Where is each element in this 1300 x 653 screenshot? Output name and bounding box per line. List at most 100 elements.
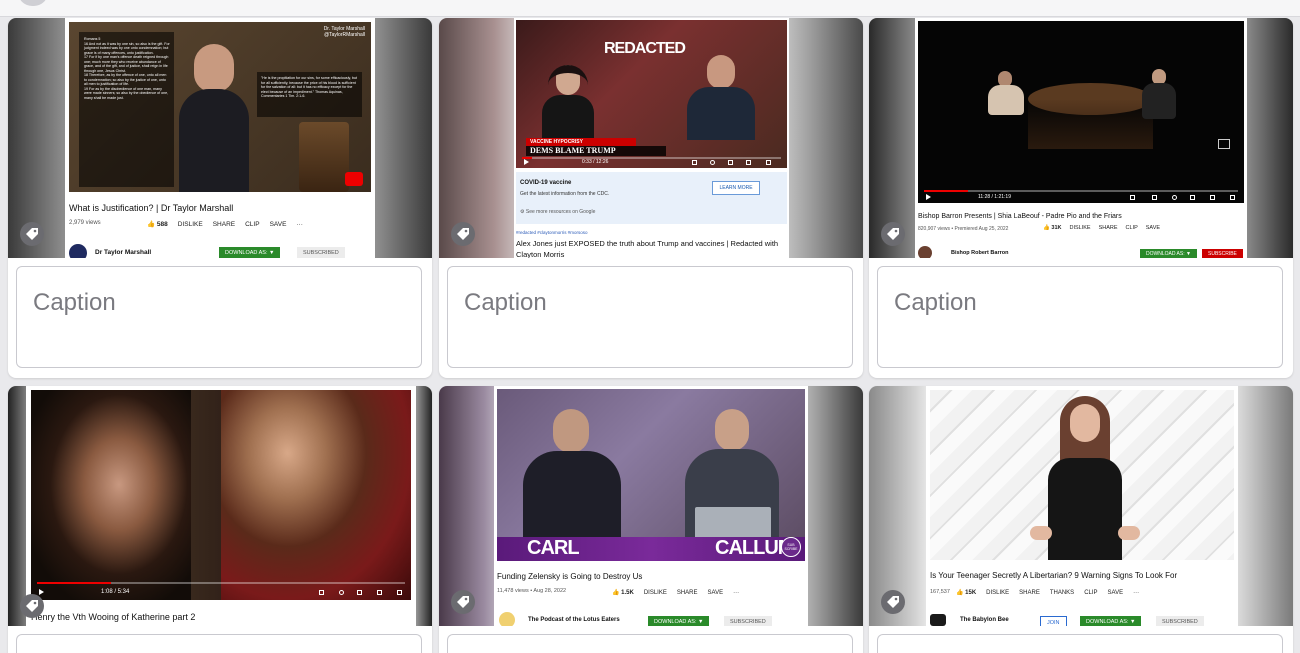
dislike-button[interactable]: DISLIKE bbox=[986, 590, 1009, 596]
video-player[interactable]: 1:08 / 5:34 bbox=[31, 390, 411, 600]
video-player[interactable]: Romans 5 16 And not as it was by one sin… bbox=[69, 22, 371, 192]
tag-icon bbox=[887, 228, 899, 240]
action-bar: 👍 588 DISLIKE SHARE CLIP SAVE ··· bbox=[147, 220, 303, 229]
share-button[interactable]: SHARE bbox=[213, 221, 235, 228]
thanks-button[interactable]: THANKS bbox=[1050, 590, 1074, 596]
channel-name[interactable]: The Podcast of the Lotus Eaters bbox=[528, 617, 620, 623]
download-button[interactable]: DOWNLOAD AS: ▼ bbox=[1140, 249, 1197, 258]
channel-name[interactable]: The Babylon Bee bbox=[960, 617, 1009, 623]
name-carl: CARL bbox=[527, 537, 580, 559]
more-icon[interactable]: ··· bbox=[733, 590, 739, 596]
caption-input[interactable] bbox=[447, 634, 853, 653]
learn-more-button[interactable]: LEARN MORE bbox=[712, 181, 760, 195]
tag-icon bbox=[887, 596, 899, 608]
tag-button[interactable] bbox=[881, 590, 905, 614]
share-button[interactable]: SHARE bbox=[1019, 590, 1040, 596]
media-thumbnail[interactable]: CARL CALLUM SUB SCRIBE Funding Zelensky … bbox=[439, 386, 863, 626]
download-button[interactable]: DOWNLOAD AS: ▼ bbox=[1080, 616, 1142, 626]
media-card-6: Is Your Teenager Secretly A Libertarian?… bbox=[869, 386, 1293, 653]
download-button[interactable]: DOWNLOAD AS: ▼ bbox=[219, 247, 281, 258]
cc-icon[interactable] bbox=[319, 590, 324, 595]
theater-icon[interactable] bbox=[377, 590, 382, 595]
media-thumbnail[interactable]: REDACTED VACCINE HYPOCRISY DEMS BLAME TR… bbox=[439, 18, 863, 258]
video-player[interactable]: REDACTED VACCINE HYPOCRISY DEMS BLAME TR… bbox=[516, 20, 787, 168]
hashtags[interactable]: #redacted #claytonmorris #morsoso bbox=[516, 230, 588, 235]
clip-button[interactable]: CLIP bbox=[1084, 590, 1097, 596]
caption-input[interactable] bbox=[16, 634, 422, 653]
settings-icon[interactable] bbox=[339, 590, 344, 595]
quote-text: "He is the propitiation for our sins, fo… bbox=[261, 76, 358, 98]
info-title: COVID-19 vaccine bbox=[520, 180, 572, 186]
channel-avatar[interactable] bbox=[930, 614, 946, 626]
save-button[interactable]: SAVE bbox=[270, 221, 287, 228]
subscribe-badge[interactable]: SUB SCRIBE bbox=[781, 537, 801, 557]
video-player[interactable] bbox=[930, 390, 1234, 560]
channel-name[interactable]: Dr Taylor Marshall bbox=[95, 249, 151, 256]
caption-input[interactable]: Caption bbox=[447, 266, 853, 368]
miniplayer-icon[interactable] bbox=[728, 160, 733, 165]
miniplayer-icon[interactable] bbox=[1190, 195, 1195, 200]
like-button[interactable]: 👍 588 bbox=[147, 220, 168, 228]
info-more-link[interactable]: ⚙ See more resources on Google bbox=[520, 209, 595, 215]
video-title: Is Your Teenager Secretly A Libertarian?… bbox=[930, 571, 1178, 580]
more-icon[interactable]: ··· bbox=[1133, 590, 1139, 596]
screenshot: Romans 5 16 And not as it was by one sin… bbox=[65, 18, 375, 258]
channel-name[interactable]: Bishop Robert Barron bbox=[951, 250, 1008, 256]
caption-input[interactable] bbox=[877, 634, 1283, 653]
channel-avatar[interactable] bbox=[918, 246, 932, 258]
subscribe-button[interactable]: SUBSCRIBE bbox=[1202, 249, 1243, 258]
share-button[interactable]: SHARE bbox=[1099, 225, 1118, 231]
video-player[interactable]: CARL CALLUM SUB SCRIBE bbox=[497, 389, 805, 561]
like-button[interactable]: 👍 15K bbox=[956, 589, 976, 596]
tag-button[interactable] bbox=[20, 222, 44, 246]
clip-button[interactable]: CLIP bbox=[1126, 225, 1138, 231]
subscribed-button[interactable]: SUBSCRIBED bbox=[297, 247, 345, 258]
caption-input[interactable]: Caption bbox=[877, 266, 1283, 368]
channel-avatar[interactable] bbox=[499, 612, 515, 626]
fullscreen-icon[interactable] bbox=[1230, 195, 1235, 200]
caption-input[interactable]: Caption bbox=[16, 266, 422, 368]
save-button[interactable]: SAVE bbox=[1108, 590, 1124, 596]
fullscreen-icon[interactable] bbox=[766, 160, 771, 165]
tag-button[interactable] bbox=[451, 590, 475, 614]
share-button[interactable]: SHARE bbox=[677, 590, 698, 596]
subscribe-watermark[interactable] bbox=[345, 172, 363, 186]
clip-button[interactable]: CLIP bbox=[245, 221, 259, 228]
tag-button[interactable] bbox=[20, 594, 44, 618]
like-button[interactable]: 👍 1.5K bbox=[612, 589, 634, 596]
dislike-button[interactable]: DISLIKE bbox=[1069, 225, 1090, 231]
video-player[interactable]: 11:28 / 1:21:19 bbox=[918, 21, 1244, 203]
more-icon[interactable]: ··· bbox=[296, 221, 303, 228]
screenshot: 1:08 / 5:34 Henry the Vth Wooing of Kath… bbox=[26, 386, 416, 626]
media-thumbnail[interactable]: Is Your Teenager Secretly A Libertarian?… bbox=[869, 386, 1293, 626]
settings-icon[interactable] bbox=[1172, 195, 1177, 200]
subscribed-button[interactable]: SUBSCRIBED bbox=[724, 616, 772, 626]
theater-icon[interactable] bbox=[746, 160, 751, 165]
miniplayer-icon[interactable] bbox=[357, 590, 362, 595]
settings-icon[interactable] bbox=[710, 160, 715, 165]
subscribed-button[interactable]: SUBSCRIBED bbox=[1156, 616, 1204, 626]
like-button[interactable]: 👍 31K bbox=[1043, 225, 1061, 231]
tag-icon bbox=[26, 228, 38, 240]
cc-icon[interactable] bbox=[692, 160, 697, 165]
save-button[interactable]: SAVE bbox=[1146, 225, 1160, 231]
dislike-button[interactable]: DISLIKE bbox=[644, 590, 667, 596]
save-button[interactable]: SAVE bbox=[708, 590, 724, 596]
dislike-button[interactable]: DISLIKE bbox=[178, 221, 203, 228]
download-button[interactable]: DOWNLOAD AS: ▼ bbox=[648, 616, 710, 626]
avatar[interactable] bbox=[18, 0, 48, 6]
media-card-4: 1:08 / 5:34 Henry the Vth Wooing of Kath… bbox=[8, 386, 432, 653]
tag-icon bbox=[457, 596, 469, 608]
cast-icon[interactable] bbox=[1218, 139, 1230, 149]
tag-button[interactable] bbox=[451, 222, 475, 246]
cc-icon[interactable] bbox=[1152, 195, 1157, 200]
fullscreen-icon[interactable] bbox=[397, 590, 402, 595]
media-thumbnail[interactable]: Romans 5 16 And not as it was by one sin… bbox=[8, 18, 432, 258]
channel-avatar[interactable] bbox=[69, 244, 87, 258]
join-button[interactable]: JOIN bbox=[1040, 616, 1067, 626]
autoplay-toggle[interactable] bbox=[1130, 195, 1135, 200]
media-thumbnail[interactable]: 11:28 / 1:21:19 Bishop Barron Presents |… bbox=[869, 18, 1293, 258]
theater-icon[interactable] bbox=[1210, 195, 1215, 200]
tag-button[interactable] bbox=[881, 222, 905, 246]
media-thumbnail[interactable]: 1:08 / 5:34 Henry the Vth Wooing of Kath… bbox=[8, 386, 432, 626]
